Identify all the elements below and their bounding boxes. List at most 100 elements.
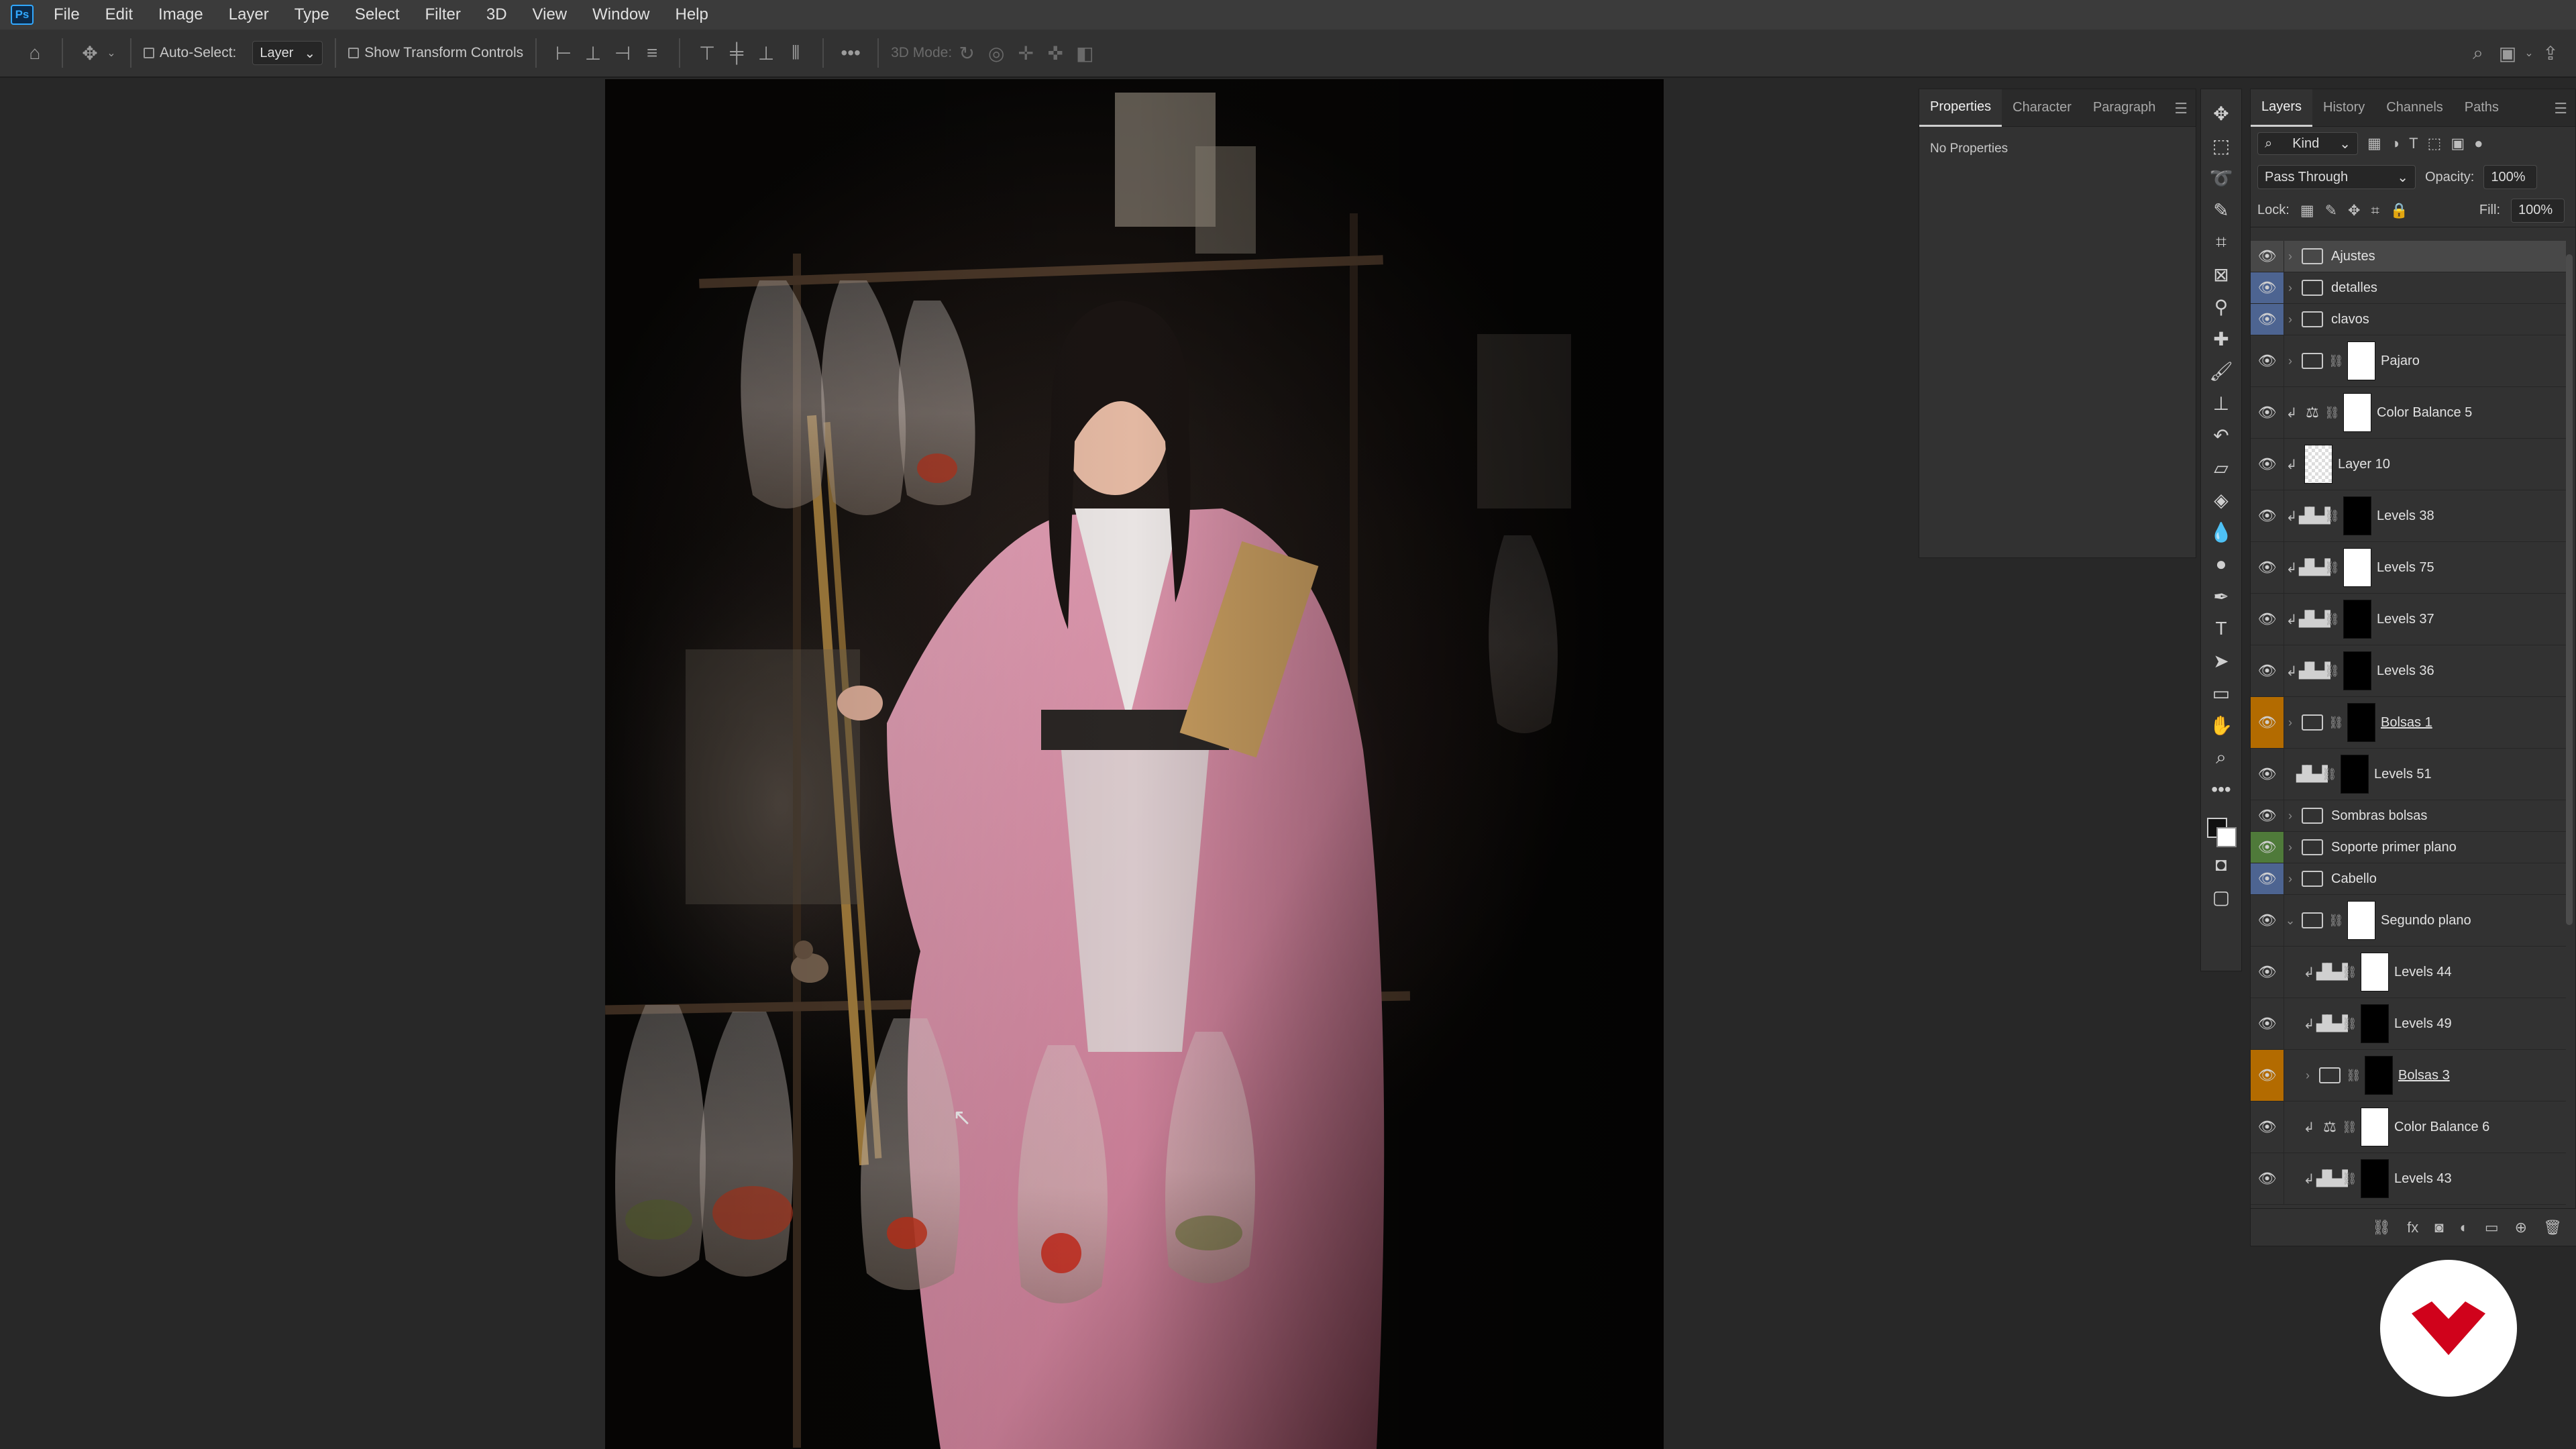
layer-row[interactable]: 👁 ↲ ▟▙▟ ⛓ Levels 38: [2251, 490, 2566, 542]
visibility-eye-icon[interactable]: 👁: [2251, 490, 2284, 541]
mask-thumbnail[interactable]: [2347, 901, 2375, 940]
align-bottom-icon[interactable]: ⊥: [751, 40, 781, 66]
tab-channels[interactable]: Channels: [2375, 89, 2454, 127]
layer-row[interactable]: 👁 ↲ ▟▙▟ ⛓ Levels 37: [2251, 594, 2566, 645]
mask-thumbnail[interactable]: [2343, 548, 2371, 587]
layer-row[interactable]: 👁 ↲ ▟▙▟ ⛓ Levels 36: [2251, 645, 2566, 697]
layer-style-icon[interactable]: fx: [2407, 1219, 2418, 1236]
visibility-eye-icon[interactable]: 👁: [2251, 832, 2284, 863]
visibility-eye-icon[interactable]: 👁: [2251, 749, 2284, 800]
visibility-eye-icon[interactable]: 👁: [2251, 542, 2284, 593]
new-layer-icon[interactable]: ⊕: [2515, 1219, 2527, 1236]
visibility-eye-icon[interactable]: 👁: [2251, 304, 2284, 335]
shape-filter-icon[interactable]: ⬚: [2428, 135, 2442, 152]
distribute-vertical-icon[interactable]: ⫴: [781, 40, 810, 66]
align-center-icon[interactable]: ⊥: [578, 40, 608, 66]
chevron-right-icon[interactable]: ›: [2284, 281, 2296, 295]
layer-name[interactable]: Segundo plano: [2381, 913, 2471, 928]
add-mask-icon[interactable]: ◙: [2434, 1219, 2443, 1236]
mask-thumbnail[interactable]: [2347, 703, 2375, 742]
mask-thumbnail[interactable]: [2347, 341, 2375, 380]
panel-menu-icon[interactable]: ☰: [2174, 100, 2188, 117]
brush-tool-icon[interactable]: 🖌: [2206, 355, 2237, 387]
quick-select-tool-icon[interactable]: ✎: [2206, 194, 2237, 226]
lock-all-icon[interactable]: 🔒: [2390, 202, 2408, 219]
pixel-filter-icon[interactable]: ▦: [2367, 135, 2381, 152]
lock-artboard-icon[interactable]: ⌗: [2371, 202, 2379, 219]
mask-thumbnail[interactable]: [2343, 651, 2371, 690]
layer-name[interactable]: Ajustes: [2331, 249, 2375, 264]
layer-name[interactable]: Levels 49: [2394, 1016, 2452, 1032]
visibility-eye-icon[interactable]: 👁: [2251, 241, 2284, 272]
layer-name[interactable]: Levels 38: [2377, 508, 2434, 524]
tab-paragraph[interactable]: Paragraph: [2082, 89, 2166, 127]
layer-row[interactable]: 👁 › Ajustes: [2251, 241, 2566, 272]
layer-row[interactable]: 👁 › Sombras bolsas: [2251, 800, 2566, 832]
layer-row[interactable]: 👁 › clavos: [2251, 304, 2566, 335]
mask-link-icon[interactable]: ⛓: [2322, 767, 2337, 782]
3d-scale-icon[interactable]: ◧: [1070, 40, 1099, 66]
distribute-icon[interactable]: ≡: [637, 40, 667, 66]
layer-name[interactable]: Color Balance 6: [2394, 1120, 2489, 1135]
quick-mask-icon[interactable]: ◘: [2206, 849, 2237, 881]
link-layers-icon[interactable]: ⛓: [2372, 1219, 2391, 1236]
visibility-eye-icon[interactable]: 👁: [2251, 1102, 2284, 1152]
hand-tool-icon[interactable]: ✋: [2206, 709, 2237, 741]
visibility-eye-icon[interactable]: 👁: [2251, 387, 2284, 438]
menu-type[interactable]: Type: [294, 5, 329, 24]
home-icon[interactable]: ⌂: [20, 40, 50, 66]
layer-name[interactable]: Pajaro: [2381, 354, 2420, 369]
panel-menu-icon[interactable]: ☰: [2554, 100, 2567, 117]
layer-row[interactable]: 👁 › ⛓ Bolsas 1: [2251, 697, 2566, 749]
move-tool-icon[interactable]: ✥: [75, 40, 105, 66]
mask-link-icon[interactable]: ⛓: [2324, 664, 2340, 678]
visibility-eye-icon[interactable]: 👁: [2251, 895, 2284, 946]
dodge-tool-icon[interactable]: ●: [2206, 548, 2237, 580]
new-group-icon[interactable]: ▭: [2485, 1219, 2499, 1236]
layer-name[interactable]: clavos: [2331, 312, 2369, 327]
tab-paths[interactable]: Paths: [2454, 89, 2510, 127]
chevron-right-icon[interactable]: ›: [2284, 354, 2296, 368]
visibility-eye-icon[interactable]: 👁: [2251, 594, 2284, 645]
mask-link-icon[interactable]: ⛓: [2328, 716, 2344, 730]
auto-select-option[interactable]: Auto-Select:: [144, 40, 236, 66]
layer-thumbnail[interactable]: [2304, 445, 2332, 484]
layer-row[interactable]: 👁 ↲ ⚖ ⛓ Color Balance 5: [2251, 387, 2566, 439]
chevron-down-icon[interactable]: ⌄: [105, 40, 118, 66]
blend-mode-dropdown[interactable]: Pass Through ⌄: [2257, 165, 2416, 189]
filter-toggle-icon[interactable]: ●: [2474, 135, 2483, 152]
move-tool-icon[interactable]: ✥: [2206, 97, 2237, 129]
blur-tool-icon[interactable]: 💧: [2206, 516, 2237, 548]
mask-link-icon[interactable]: ⛓: [2342, 965, 2357, 979]
visibility-eye-icon[interactable]: 👁: [2251, 947, 2284, 998]
tab-history[interactable]: History: [2312, 89, 2375, 127]
paint-bucket-tool-icon[interactable]: ◈: [2206, 484, 2237, 516]
chevron-right-icon[interactable]: ›: [2302, 1069, 2314, 1083]
delete-layer-icon[interactable]: 🗑: [2543, 1219, 2562, 1236]
layer-name[interactable]: Levels 75: [2377, 560, 2434, 576]
mask-link-icon[interactable]: ⛓: [2342, 1017, 2357, 1031]
mask-thumbnail[interactable]: [2343, 393, 2371, 432]
screen-mode-icon[interactable]: ▢: [2206, 881, 2237, 913]
layer-row[interactable]: 👁 › detalles: [2251, 272, 2566, 304]
menu-image[interactable]: Image: [158, 5, 203, 24]
mask-link-icon[interactable]: ⛓: [2342, 1120, 2357, 1134]
menu-file[interactable]: File: [54, 5, 80, 24]
lock-pixels-icon[interactable]: ✎: [2325, 202, 2337, 219]
layer-kind-filter[interactable]: ⌕ Kind ⌄: [2257, 132, 2358, 155]
fill-input[interactable]: 100%: [2511, 198, 2565, 223]
chevron-right-icon[interactable]: ›: [2284, 809, 2296, 823]
menu-view[interactable]: View: [533, 5, 568, 24]
layer-row[interactable]: 👁 ↲ Layer 10: [2251, 439, 2566, 490]
layer-name[interactable]: Levels 44: [2394, 965, 2452, 980]
align-left-icon[interactable]: ⊢: [549, 40, 578, 66]
mask-link-icon[interactable]: ⛓: [2342, 1172, 2357, 1186]
pen-tool-icon[interactable]: ✒: [2206, 580, 2237, 612]
align-top-icon[interactable]: ⊤: [692, 40, 722, 66]
auto-select-checkbox[interactable]: [144, 48, 154, 58]
show-transform-checkbox[interactable]: [348, 48, 360, 58]
tab-properties[interactable]: Properties: [1919, 89, 2002, 127]
edit-toolbar-icon[interactable]: •••: [2206, 773, 2237, 806]
lasso-tool-icon[interactable]: ➰: [2206, 162, 2237, 194]
layer-row[interactable]: 👁 ↲ ▟▙▟ ⛓ Levels 43: [2251, 1153, 2566, 1205]
